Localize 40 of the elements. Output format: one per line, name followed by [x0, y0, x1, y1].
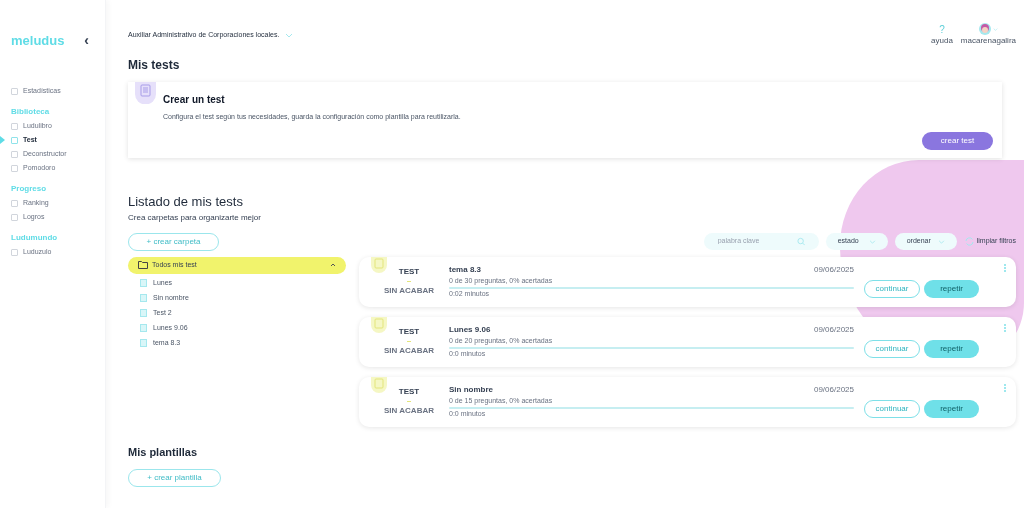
test-type: TEST — [398, 326, 420, 338]
test-name[interactable]: tema 8.3 — [449, 264, 482, 276]
document-icon — [135, 82, 156, 104]
section-title: Listado de mis tests — [128, 193, 244, 211]
card-title: Crear un test — [163, 93, 226, 107]
collapse-button[interactable]: ‹ — [84, 30, 89, 51]
sidebar-heading: Ludumundo — [11, 232, 59, 244]
test-name[interactable]: Lunes 9.06 — [449, 324, 491, 336]
test-date: 09/06/2025 — [813, 384, 854, 396]
folder-icon — [138, 261, 148, 269]
help-label[interactable]: ayuda — [931, 35, 953, 47]
caret-icon — [330, 263, 336, 267]
chevron-down-icon — [937, 239, 945, 244]
document-icon — [371, 316, 387, 333]
document-icon — [371, 376, 387, 393]
test-status: SIN ACABAR — [384, 345, 434, 357]
test-date: 09/06/2025 — [813, 324, 854, 336]
sidebar-heading: Progreso — [11, 183, 48, 195]
refresh-icon — [964, 237, 974, 246]
repeat-button[interactable]: repetir — [924, 399, 979, 418]
test-name[interactable]: Sin nombre — [449, 384, 493, 396]
test-date: 09/06/2025 — [813, 264, 854, 276]
test-type: TEST — [398, 386, 420, 398]
sidebar-heading: Biblioteca — [11, 106, 51, 118]
repeat-button[interactable]: repetir — [924, 279, 979, 298]
document-icon — [371, 256, 387, 273]
user-name[interactable]: macarenagalira — [960, 35, 1016, 47]
test-type: TEST — [398, 266, 420, 278]
chevron-down-icon — [868, 239, 876, 244]
create-test-button[interactable]: crear test — [922, 132, 993, 150]
section-title: Mis tests — [128, 57, 181, 74]
section-title: Mis plantillas — [128, 444, 199, 460]
chevron-down-icon — [285, 32, 294, 38]
test-status: SIN ACABAR — [384, 405, 434, 417]
chevron-down-icon — [992, 27, 998, 31]
test-status: SIN ACABAR — [384, 285, 434, 297]
repeat-button[interactable]: repetir — [924, 339, 979, 358]
section-subtitle: Crea carpetas para organizarte mejor — [128, 211, 262, 224]
search-icon — [796, 237, 805, 246]
avatar-icon[interactable] — [978, 23, 991, 35]
